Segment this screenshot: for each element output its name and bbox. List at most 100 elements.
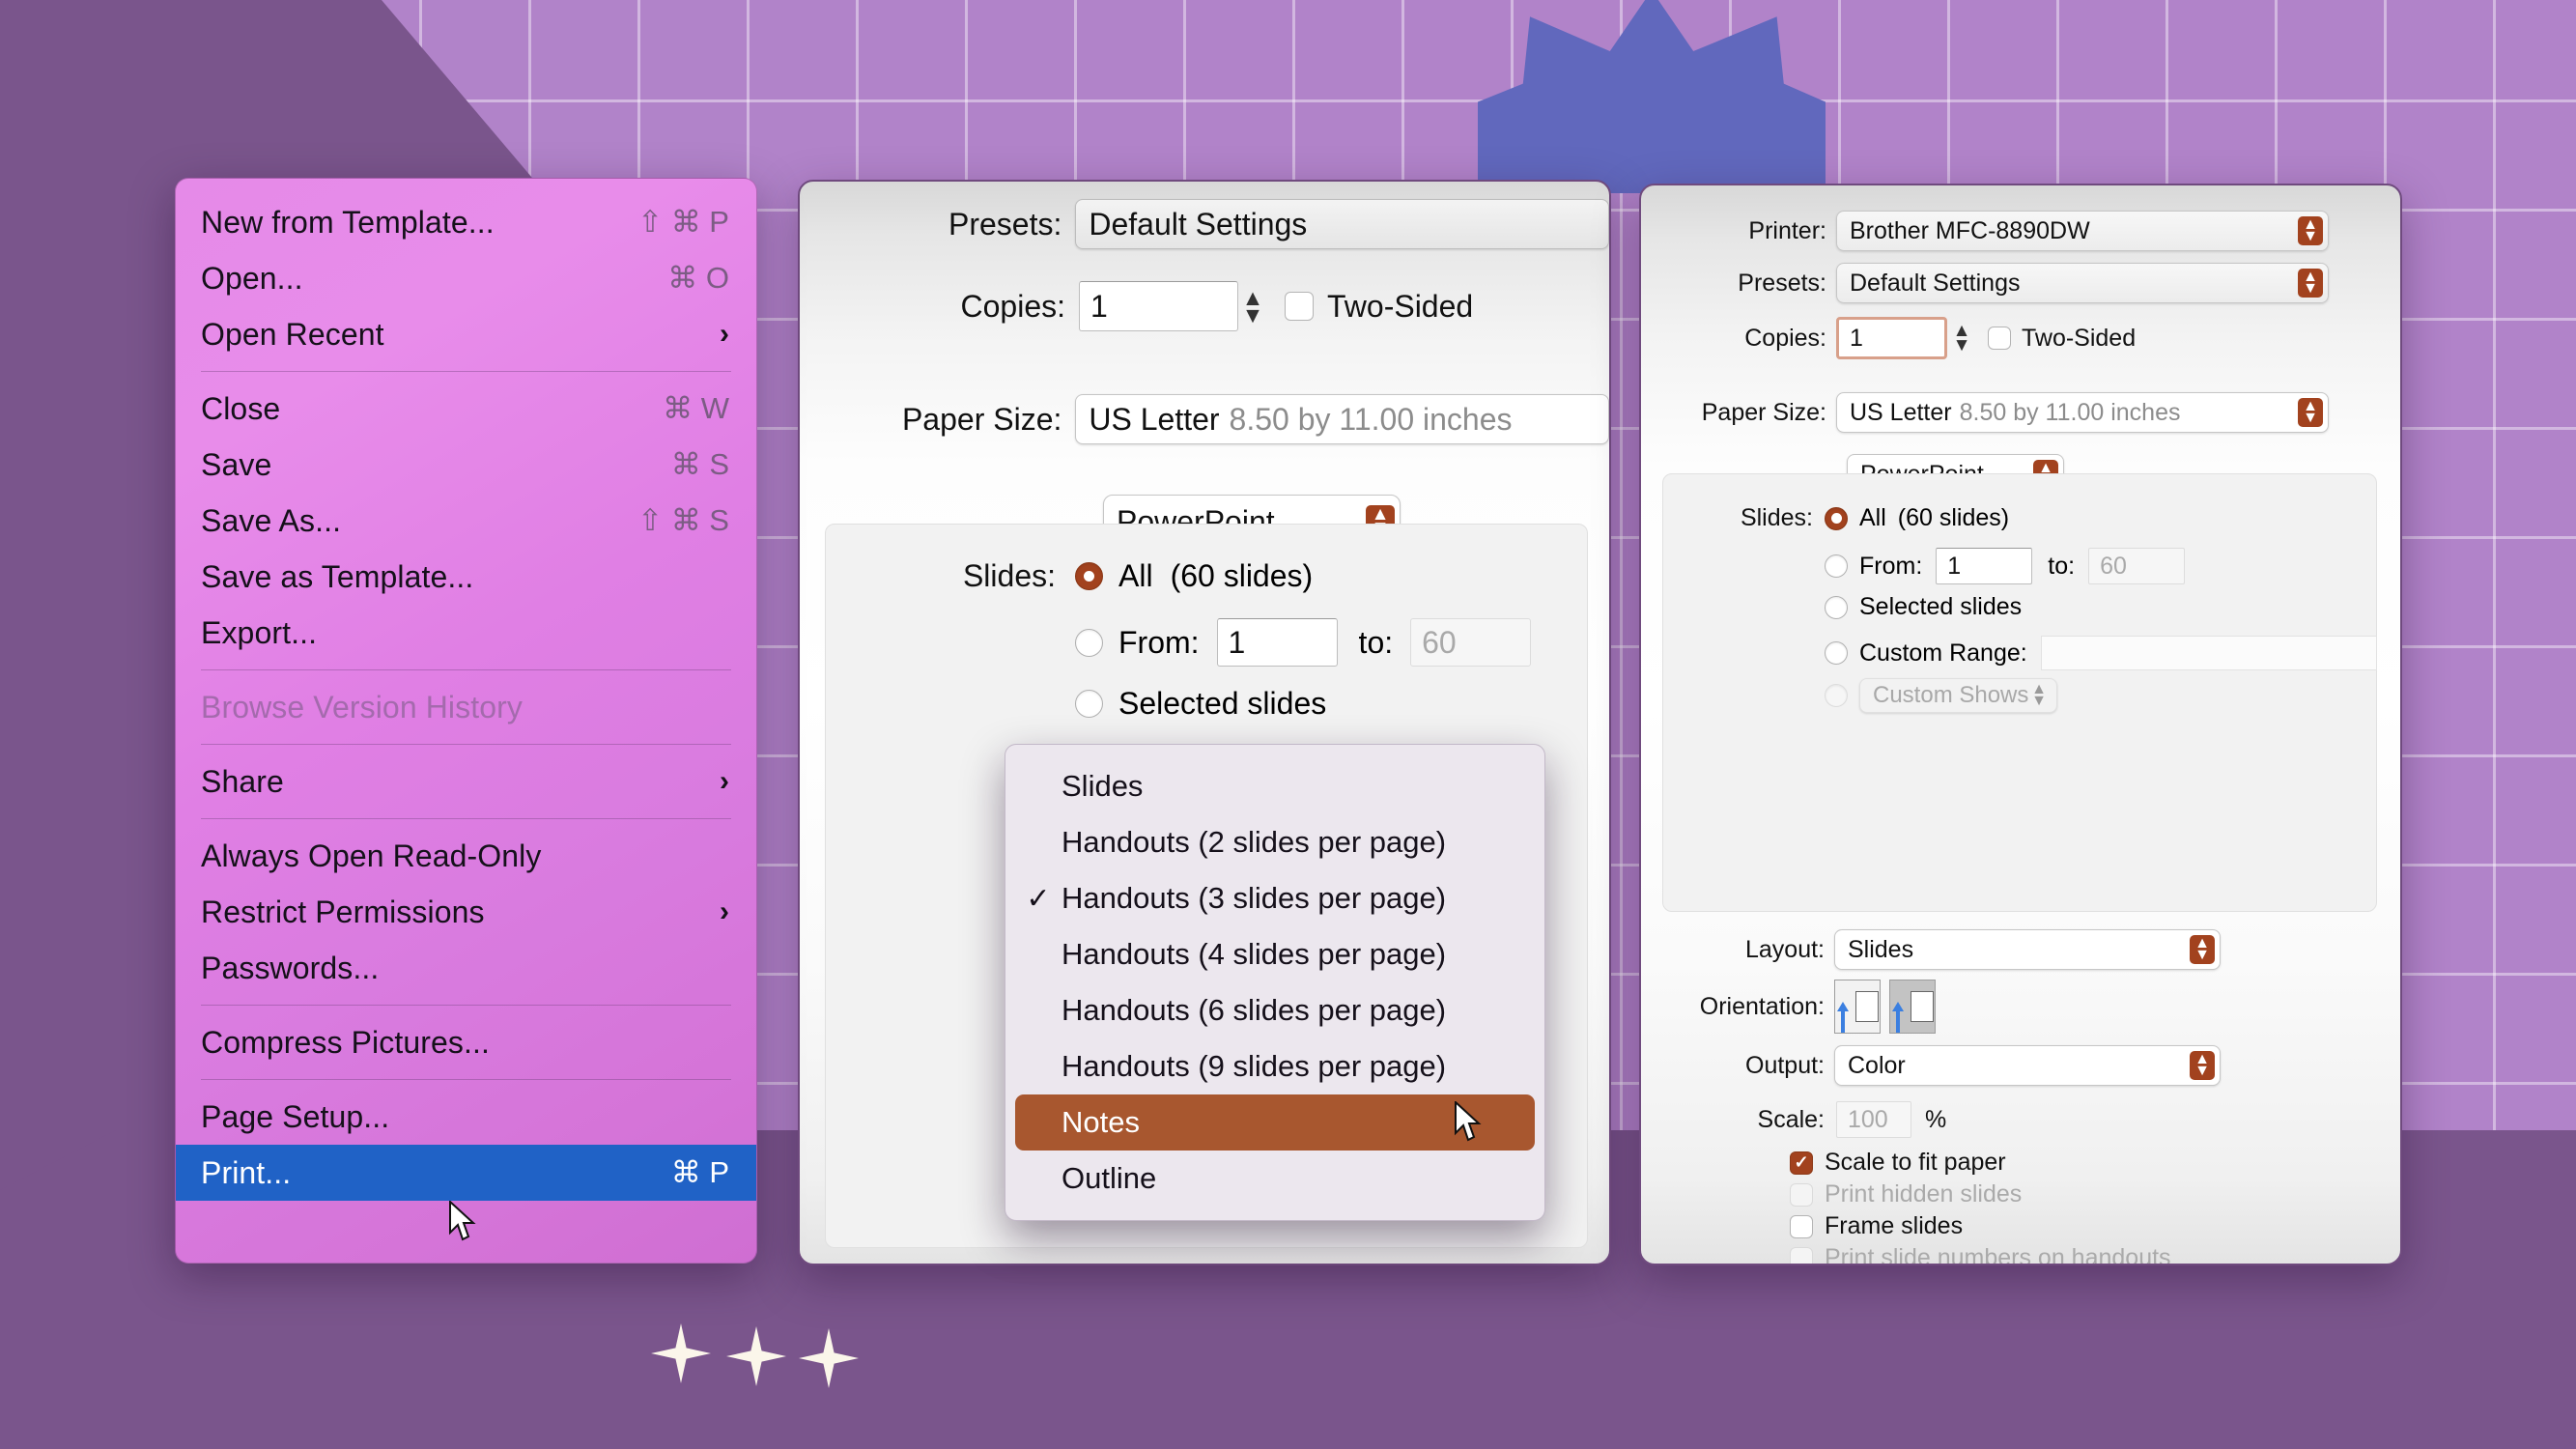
custom-range-input[interactable]	[2040, 636, 2377, 670]
copies-input[interactable]: 1	[1836, 317, 1947, 359]
checkbox-row[interactable]: Frame slides	[1790, 1210, 2171, 1242]
paper-size-select[interactable]: US Letter 8.50 by 11.00 inches	[1075, 394, 1609, 444]
print-options-checkbox-list: ✓ Scale to fit paper Print hidden slides Fr…	[1790, 1147, 2171, 1264]
menu-item-label: Page Setup...	[201, 1098, 390, 1134]
dropdown-option-label: Handouts (2 slides per page)	[1062, 825, 1447, 859]
paper-size-label: Paper Size:	[1701, 398, 1826, 426]
menu-item-compress-pictures[interactable]: Compress Pictures...	[176, 1014, 756, 1070]
copies-input[interactable]: 1	[1079, 281, 1238, 331]
layout-dropdown-menu[interactable]: Slides Handouts (2 slides per page) ✓ Hando…	[1005, 744, 1545, 1221]
printer-select[interactable]: Brother MFC-8890DW ▲ ▼	[1836, 211, 2329, 251]
orientation-landscape-button[interactable]	[1889, 980, 1936, 1034]
copies-label: Copies:	[1744, 324, 1826, 352]
menu-item-restrict-permissions[interactable]: Restrict Permissions ›	[176, 884, 756, 940]
menu-item-page-setup[interactable]: Page Setup...	[176, 1089, 756, 1145]
checkmark-icon: ✓	[1026, 882, 1051, 915]
menu-item-export[interactable]: Export...	[176, 605, 756, 661]
checkbox-scale-to-fit-paper[interactable]: ✓	[1790, 1151, 1813, 1175]
output-value: Color	[1848, 1051, 1906, 1079]
menu-item-shortcut: ⌘ P	[670, 1155, 729, 1189]
menu-separator	[201, 371, 731, 372]
file-menu[interactable]: New from Template... ⇧ ⌘ P Open... ⌘ O Open …	[175, 178, 757, 1264]
menu-separator	[201, 744, 731, 745]
menu-item-open[interactable]: Open... ⌘ O	[176, 250, 756, 306]
menu-separator	[201, 818, 731, 819]
menu-item-always-open-read-only[interactable]: Always Open Read-Only	[176, 828, 756, 884]
layout-label: Layout:	[1744, 935, 1825, 963]
from-label: From:	[1859, 552, 1923, 580]
layout-select[interactable]: Slides ▲ ▼	[1834, 929, 2221, 970]
presets-select[interactable]: Default Settings ▲ ▼	[1836, 263, 2329, 303]
menu-item-open-recent[interactable]: Open Recent ›	[176, 306, 756, 362]
menu-item-shortcut: ⇧ ⌘ P	[637, 205, 729, 239]
paper-size-name: US Letter	[1850, 398, 1952, 426]
slides-all-radio[interactable]	[1075, 562, 1103, 590]
custom-shows-value: Custom Shows	[1873, 682, 2029, 708]
chevron-updown-icon[interactable]: ▲▼	[2190, 1051, 2215, 1080]
chevron-updown-icon[interactable]: ▲▼	[2190, 935, 2215, 964]
slides-all-label: All	[1118, 558, 1153, 593]
chevron-updown-icon[interactable]: ▲▼	[2298, 398, 2323, 427]
copies-stepper[interactable]: ▲ ▼	[1238, 281, 1267, 331]
slides-from-radio[interactable]	[1825, 554, 1848, 578]
selected-slides-radio[interactable]	[1825, 595, 1848, 619]
two-sided-checkbox[interactable]	[1285, 292, 1314, 321]
presets-value: Default Settings	[1089, 206, 1308, 242]
menu-item-passwords[interactable]: Passwords...	[176, 940, 756, 996]
selected-slides-radio[interactable]	[1075, 690, 1103, 718]
output-label: Output:	[1745, 1051, 1825, 1079]
checkbox-frame-slides[interactable]	[1790, 1214, 1813, 1238]
dropdown-option-handouts-9-slides-per-page[interactable]: Handouts (9 slides per page)	[1005, 1038, 1544, 1094]
slides-all-count: (60 slides)	[1897, 504, 2010, 531]
menu-item-print[interactable]: Print... ⌘ P	[176, 1145, 756, 1201]
menu-item-shortcut: ⇧ ⌘ S	[637, 503, 729, 537]
orientation-portrait-button[interactable]	[1834, 980, 1881, 1034]
menu-item-close[interactable]: Close ⌘ W	[176, 381, 756, 437]
dropdown-option-handouts-6-slides-per-page[interactable]: Handouts (6 slides per page)	[1005, 982, 1544, 1038]
dropdown-option-label: Notes	[1062, 1105, 1140, 1139]
from-value: 1	[1228, 624, 1246, 660]
menu-item-label: Open Recent	[201, 316, 384, 352]
menu-item-share[interactable]: Share ›	[176, 753, 756, 810]
to-label: to:	[2048, 552, 2076, 580]
dropdown-option-handouts-4-slides-per-page[interactable]: Handouts (4 slides per page)	[1005, 926, 1544, 982]
menu-item-new-from-template[interactable]: New from Template... ⇧ ⌘ P	[176, 194, 756, 250]
scale-input[interactable]: 100	[1836, 1101, 1911, 1138]
dropdown-option-handouts-2-slides-per-page[interactable]: Handouts (2 slides per page)	[1005, 814, 1544, 870]
slides-from-radio[interactable]	[1075, 628, 1103, 657]
copies-label: Copies:	[960, 288, 1066, 324]
custom-range-radio[interactable]	[1825, 641, 1848, 665]
dropdown-option-label: Handouts (6 slides per page)	[1062, 993, 1447, 1027]
from-input[interactable]: 1	[1216, 618, 1338, 667]
copies-stepper[interactable]: ▲ ▼	[1947, 317, 1976, 359]
menu-item-label: Compress Pictures...	[201, 1024, 490, 1060]
to-input[interactable]: 60	[1410, 618, 1532, 667]
two-sided-label: Two-Sided	[1327, 288, 1474, 324]
layout-value: Slides	[1848, 935, 1914, 963]
two-sided-checkbox[interactable]	[1988, 327, 2011, 350]
menu-item-browse-version-history: Browse Version History	[176, 679, 756, 735]
paper-size-name: US Letter	[1089, 401, 1220, 437]
dropdown-option-slides[interactable]: Slides	[1005, 758, 1544, 814]
presets-select[interactable]: Default Settings	[1075, 199, 1609, 249]
stepper-down-icon[interactable]: ▼	[1953, 336, 1971, 355]
slides-all-label: All	[1859, 504, 1886, 531]
checkbox-row[interactable]: ✓ Scale to fit paper	[1790, 1147, 2171, 1179]
chevron-updown-icon[interactable]: ▲▼	[2298, 269, 2323, 298]
slides-all-radio[interactable]	[1825, 506, 1848, 530]
menu-item-save-as[interactable]: Save As... ⇧ ⌘ S	[176, 493, 756, 549]
chevron-updown-icon[interactable]: ▲▼	[2298, 216, 2323, 245]
from-value: 1	[1947, 552, 1962, 580]
dropdown-option-handouts-3-slides-per-page[interactable]: ✓ Handouts (3 slides per page)	[1005, 870, 1544, 926]
from-input[interactable]: 1	[1936, 548, 2033, 584]
paper-size-select[interactable]: US Letter 8.50 by 11.00 inches ▲ ▼	[1836, 392, 2329, 433]
checkbox-label: Frame slides	[1825, 1212, 1964, 1239]
menu-item-label: Share	[201, 763, 284, 799]
to-input[interactable]: 60	[2088, 548, 2186, 584]
menu-item-save-as-template[interactable]: Save as Template...	[176, 549, 756, 605]
custom-shows-radio	[1825, 684, 1848, 707]
output-select[interactable]: Color ▲ ▼	[1834, 1045, 2221, 1086]
stepper-down-icon[interactable]: ▼	[1242, 303, 1264, 326]
menu-item-save[interactable]: Save ⌘ S	[176, 437, 756, 493]
dropdown-option-outline[interactable]: Outline	[1005, 1151, 1544, 1207]
